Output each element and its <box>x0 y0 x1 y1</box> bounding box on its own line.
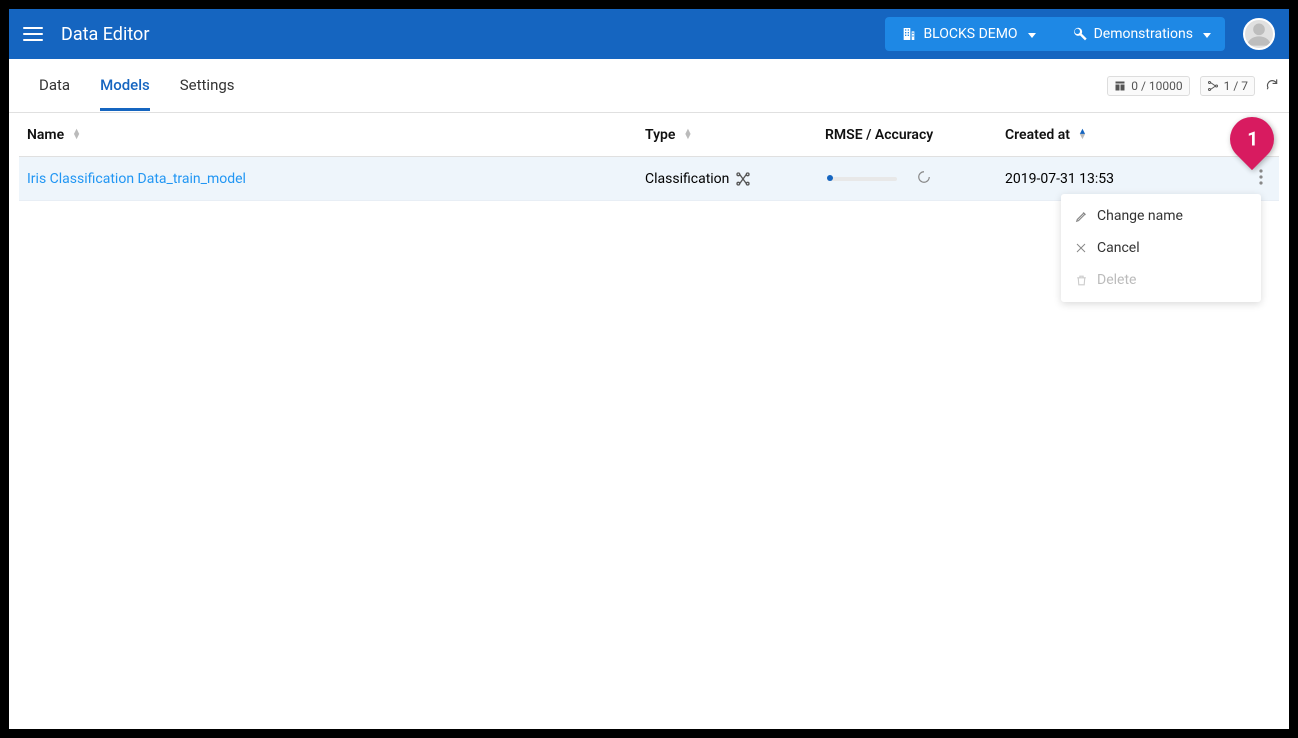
created-at: 2019-07-31 13:53 <box>1005 171 1114 187</box>
chevron-down-icon <box>1203 26 1211 42</box>
menu-cancel-label: Cancel <box>1097 240 1140 256</box>
annotation-pin-label: 1 <box>1247 128 1258 151</box>
tab-settings[interactable]: Settings <box>180 60 235 111</box>
col-type-label: Type <box>645 127 675 143</box>
network-icon <box>1207 80 1219 92</box>
col-created-label: Created at <box>1005 127 1070 143</box>
menu-change-name-label: Change name <box>1097 208 1183 224</box>
col-created[interactable]: Created at ▲▼ <box>997 127 1217 143</box>
breadcrumb-project[interactable]: Demonstrations <box>1048 17 1225 51</box>
menu-delete: Delete <box>1061 264 1261 296</box>
sort-icon: ▲▼ <box>683 130 692 140</box>
menu-delete-label: Delete <box>1097 272 1136 288</box>
models-table: Name ▲▼ Type ▲▼ RMSE / Accuracy Created … <box>9 113 1289 201</box>
sort-icon: ▲▼ <box>72 130 81 140</box>
col-name[interactable]: Name ▲▼ <box>19 127 637 143</box>
model-type: Classification <box>645 171 729 187</box>
table-header: Name ▲▼ Type ▲▼ RMSE / Accuracy Created … <box>19 113 1279 157</box>
sort-icon: ▲▼ <box>1078 130 1087 140</box>
top-bar: Data Editor BLOCKS DEMO Demonstrations <box>9 9 1289 59</box>
network-icon <box>735 171 751 187</box>
col-rmse-label: RMSE / Accuracy <box>825 127 933 143</box>
tab-data[interactable]: Data <box>39 60 70 111</box>
menu-toggle[interactable] <box>23 24 43 44</box>
user-avatar[interactable] <box>1243 18 1275 50</box>
close-icon <box>1075 242 1089 254</box>
row-context-menu: Change name Cancel Delete <box>1061 194 1261 302</box>
refresh-button[interactable] <box>1265 77 1279 94</box>
col-name-label: Name <box>27 127 64 143</box>
building-icon <box>901 26 917 42</box>
col-rmse: RMSE / Accuracy <box>817 127 997 143</box>
tabs: Data Models Settings <box>39 60 235 111</box>
trash-icon <box>1075 274 1089 287</box>
col-type[interactable]: Type ▲▼ <box>637 127 817 143</box>
models-counter-value: 1 / 7 <box>1224 79 1248 93</box>
menu-cancel[interactable]: Cancel <box>1061 232 1261 264</box>
row-actions-button[interactable] <box>1253 163 1269 195</box>
app-frame: Data Editor BLOCKS DEMO Demonstrations <box>9 9 1289 729</box>
breadcrumb-project-label: Demonstrations <box>1094 26 1193 42</box>
table-icon <box>1114 80 1126 92</box>
loading-icon <box>917 170 931 188</box>
breadcrumb-org-label: BLOCKS DEMO <box>923 26 1017 42</box>
rows-counter-value: 0 / 10000 <box>1131 79 1182 93</box>
breadcrumb: BLOCKS DEMO Demonstrations <box>885 17 1225 51</box>
model-name-link[interactable]: Iris Classification Data_train_model <box>27 171 246 187</box>
wrench-icon <box>1072 26 1088 42</box>
menu-change-name[interactable]: Change name <box>1061 200 1261 232</box>
counters: 0 / 10000 1 / 7 <box>1107 76 1279 96</box>
chevron-down-icon <box>1028 26 1036 42</box>
models-counter: 1 / 7 <box>1200 76 1255 96</box>
breadcrumb-org[interactable]: BLOCKS DEMO <box>885 17 1047 51</box>
rows-counter: 0 / 10000 <box>1107 76 1189 96</box>
training-progress <box>827 177 897 181</box>
app-title: Data Editor <box>61 24 149 45</box>
edit-icon <box>1075 209 1089 223</box>
tab-models[interactable]: Models <box>100 60 150 111</box>
sub-bar: Data Models Settings 0 / 10000 1 / 7 <box>9 59 1289 113</box>
